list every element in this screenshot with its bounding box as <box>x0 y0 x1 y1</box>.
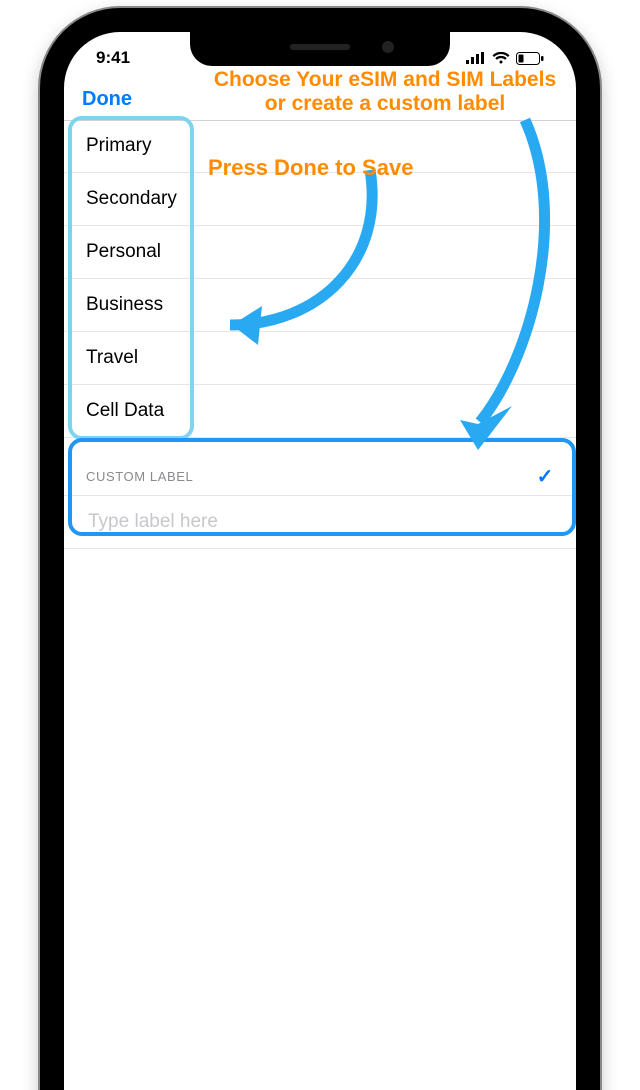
done-button[interactable]: Done <box>82 88 132 111</box>
checkmark-icon: ✓ <box>537 464 554 489</box>
signal-icon <box>466 52 486 64</box>
custom-label-input[interactable] <box>86 510 554 534</box>
wifi-icon <box>492 52 510 64</box>
annotation-press-done: Press Done to Save <box>208 155 413 180</box>
custom-label-header: CUSTOM LABEL ✓ <box>64 456 576 496</box>
custom-label-row[interactable] <box>64 496 576 549</box>
annotation-headline: Choose Your eSIM and SIM Labels or creat… <box>185 68 585 116</box>
battery-icon <box>516 52 544 65</box>
notch <box>190 32 450 66</box>
custom-label-section: CUSTOM LABEL ✓ <box>64 456 576 549</box>
status-time: 9:41 <box>96 48 130 68</box>
